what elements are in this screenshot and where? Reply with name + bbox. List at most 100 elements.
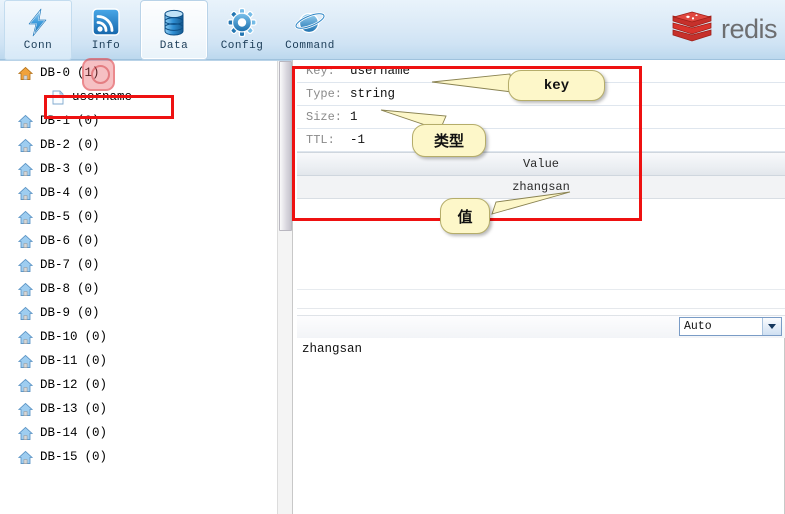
tree-item-label: DB-1 xyxy=(40,114,71,128)
house-icon xyxy=(18,138,33,152)
tree-item-label: DB-2 xyxy=(40,138,71,152)
tree-item-count: (0) xyxy=(84,330,108,344)
tree-item-db-4[interactable]: DB-4 (0) xyxy=(0,181,278,205)
value-column-header: Value xyxy=(297,152,785,176)
tree-item-db-15[interactable]: DB-15 (0) xyxy=(0,445,278,469)
key-property-value: 1 xyxy=(350,110,358,124)
house-icon xyxy=(18,186,33,200)
key-property-label: Key: xyxy=(306,64,335,78)
tree-item-count: (0) xyxy=(77,306,100,320)
key-property-ttl: TTL: -1 xyxy=(297,129,785,152)
house-icon xyxy=(18,114,33,128)
tree-item-db-7[interactable]: DB-7 (0) xyxy=(0,253,278,277)
callout-type: 类型 xyxy=(412,124,486,157)
tree-item-count: (0) xyxy=(77,234,100,248)
redis-brand: redis xyxy=(670,10,778,48)
planet-icon xyxy=(294,12,326,34)
key-property-label: TTL: xyxy=(306,133,335,147)
toolbar-button-command[interactable]: Command xyxy=(276,0,344,60)
house-icon xyxy=(18,282,33,296)
database-icon xyxy=(164,9,184,36)
tree-item-db-14[interactable]: DB-14 (0) xyxy=(0,421,278,445)
house-icon xyxy=(18,306,33,320)
chevron-down-icon xyxy=(768,324,776,329)
toolbar-button-config[interactable]: Config xyxy=(208,0,276,60)
key-property-value: string xyxy=(350,87,396,101)
key-property-value: username xyxy=(350,64,411,78)
callout-value: 值 xyxy=(440,198,490,234)
tree-item-label: DB-0 xyxy=(40,66,71,80)
house-icon xyxy=(18,378,33,392)
key-property-size: Size: 1 xyxy=(297,106,785,129)
rss-icon xyxy=(92,8,120,36)
tree-item-count: (0) xyxy=(77,210,100,224)
tree-item-db-12[interactable]: DB-12 (0) xyxy=(0,373,278,397)
house-icon xyxy=(18,426,33,440)
house-icon xyxy=(18,210,33,224)
tree-item-db-0[interactable]: DB-0 (1) xyxy=(0,61,278,85)
value-cell[interactable]: zhangsan xyxy=(297,176,785,199)
tree-item-label: DB-3 xyxy=(40,162,71,176)
tree-item-label: DB-4 xyxy=(40,186,71,200)
tree-item-label: DB-10 xyxy=(40,330,78,344)
tree-item-db-9[interactable]: DB-9 (0) xyxy=(0,301,278,325)
house-icon xyxy=(18,354,33,368)
house-icon xyxy=(18,258,33,272)
redis-logo-icon xyxy=(672,11,712,42)
tree-item-db-5[interactable]: DB-5 (0) xyxy=(0,205,278,229)
toolbar-button-conn[interactable]: Conn xyxy=(4,0,72,60)
house-icon xyxy=(18,234,33,248)
value-format-select-button[interactable] xyxy=(762,318,781,335)
database-tree[interactable]: DB-0 (1) username DB-1 (0) DB-2 (0) DB-3 (0) DB-4… xyxy=(0,61,278,514)
tree-scrollbar-thumb[interactable] xyxy=(279,61,292,231)
database-tree-panel: DB-0 (1) username DB-1 (0) DB-2 (0) DB-3 (0) DB-4… xyxy=(0,60,292,514)
house-icon xyxy=(18,66,33,80)
document-icon xyxy=(52,90,64,104)
toolbar-label-info: Info xyxy=(91,40,121,52)
gear-icon xyxy=(227,7,257,38)
tree-item-db-1[interactable]: DB-1 (0) xyxy=(0,109,278,133)
callout-key: key xyxy=(508,70,605,101)
toolbar-label-config: Config xyxy=(220,40,264,52)
toolbar-label-command: Command xyxy=(285,40,335,52)
tree-item-count: (0) xyxy=(84,354,108,368)
redis-wordmark: redis xyxy=(720,13,778,44)
tree-item-db-13[interactable]: DB-13 (0) xyxy=(0,397,278,421)
value-editor[interactable]: zhangsan xyxy=(297,338,785,514)
tree-item-count: (0) xyxy=(77,186,100,200)
tree-item-count: (0) xyxy=(84,402,108,416)
tree-item-count: (0) xyxy=(84,426,108,440)
tree-item-label: DB-15 xyxy=(40,450,78,464)
house-icon xyxy=(18,402,33,416)
tree-item-label: DB-8 xyxy=(40,282,71,296)
tree-item-db-8[interactable]: DB-8 (0) xyxy=(0,277,278,301)
tree-vertical-scrollbar[interactable] xyxy=(277,61,292,514)
tree-item-count: (0) xyxy=(84,378,108,392)
toolbar-label-conn: Conn xyxy=(23,40,53,52)
tree-item-count: (0) xyxy=(77,162,100,176)
lightning-icon xyxy=(28,8,47,37)
key-property-value: -1 xyxy=(350,133,366,147)
tree-item-key-username[interactable]: username xyxy=(0,85,278,109)
main-toolbar: Conn Info Data Config Command redis xyxy=(0,0,785,60)
toolbar-label-data: Data xyxy=(159,40,189,52)
key-property-label: Size: xyxy=(306,110,343,124)
tree-item-label: DB-5 xyxy=(40,210,71,224)
tree-item-db-3[interactable]: DB-3 (0) xyxy=(0,157,278,181)
tree-item-db-2[interactable]: DB-2 (0) xyxy=(0,133,278,157)
toolbar-button-group: Conn Info Data Config Command xyxy=(4,0,344,60)
tree-item-db-6[interactable]: DB-6 (0) xyxy=(0,229,278,253)
tree-item-db-11[interactable]: DB-11 (0) xyxy=(0,349,278,373)
toolbar-button-info[interactable]: Info xyxy=(72,0,140,60)
house-icon xyxy=(18,330,33,344)
tree-item-label: username xyxy=(72,90,133,104)
tree-item-label: DB-7 xyxy=(40,258,71,272)
tree-item-label: DB-14 xyxy=(40,426,78,440)
tree-item-db-10[interactable]: DB-10 (0) xyxy=(0,325,278,349)
tree-item-label: DB-6 xyxy=(40,234,71,248)
value-format-select[interactable]: Auto xyxy=(679,317,782,336)
toolbar-button-data[interactable]: Data xyxy=(140,0,208,60)
tree-item-count: (0) xyxy=(77,282,100,296)
house-icon xyxy=(18,450,33,464)
value-format-select-value: Auto xyxy=(684,320,712,333)
